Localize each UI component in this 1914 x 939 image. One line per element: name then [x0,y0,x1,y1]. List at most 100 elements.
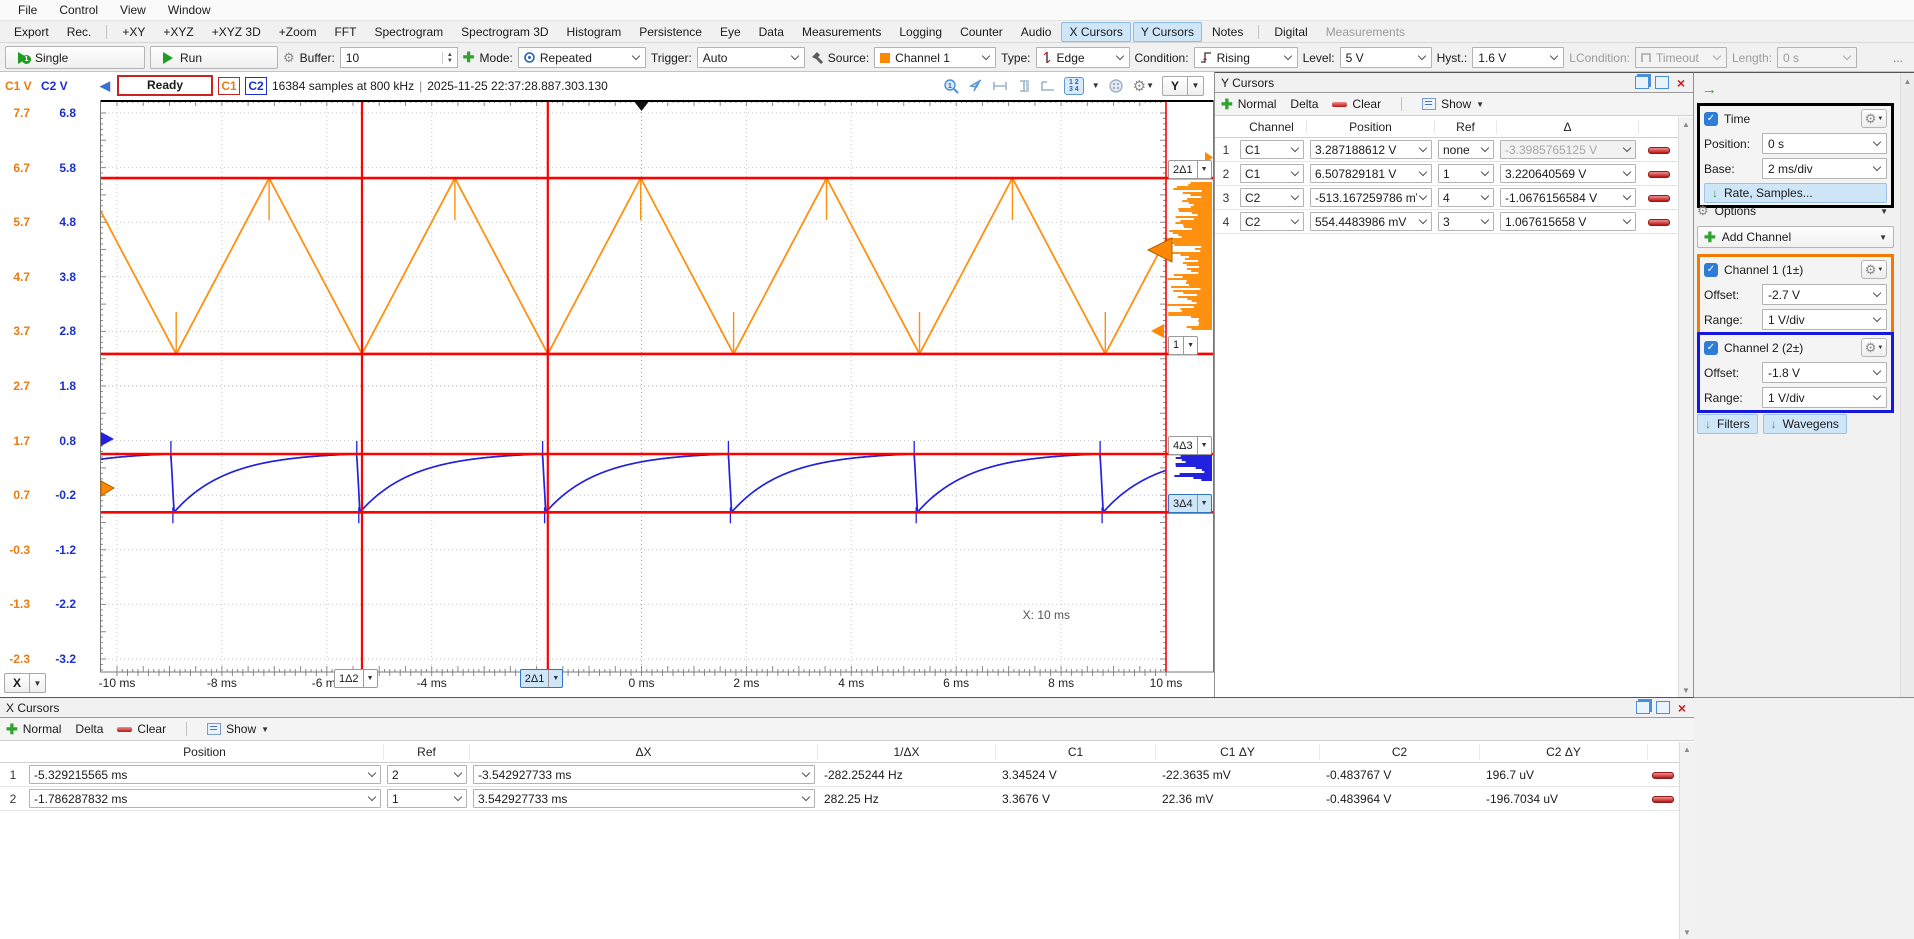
maximize-icon[interactable] [1655,76,1669,89]
show-menu-button[interactable]: Show▼ [207,722,269,736]
plot-settings-gear-icon[interactable]: ⚙▼ [1133,77,1154,95]
close-icon[interactable]: × [1675,77,1687,88]
x-cursor-marker-2-1[interactable]: 2Δ1▼ [520,669,564,688]
menu-view[interactable]: View [110,2,156,18]
scroll-down-icon[interactable]: ▼ [1683,925,1691,939]
channel2-checkbox[interactable]: ✓ [1704,341,1718,355]
channel1-gear-button[interactable]: ⚙▼ [1861,260,1887,279]
restore-icon[interactable] [1635,76,1649,89]
add-normal-cursor-button[interactable]: ✚Normal [1221,96,1276,113]
y-ref-select[interactable]: 4 [1438,188,1494,207]
tab-data[interactable]: Data [751,22,792,42]
scope-plot[interactable] [100,100,1214,678]
trigger-select[interactable]: Auto [697,47,805,68]
tab-histogram[interactable]: Histogram [559,22,630,42]
x-position-field[interactable]: -5.329215565 ms [29,765,381,784]
x-cursors-scrollbar[interactable]: ▲ ▼ [1679,742,1694,939]
tab-eye[interactable]: Eye [712,22,749,42]
y-cursors-scrollbar[interactable]: ▲ ▼ [1678,117,1693,697]
corner-measure-icon[interactable] [1039,79,1056,93]
x-cursors-titlebar[interactable]: X Cursors × [0,698,1694,718]
scroll-up-icon[interactable]: ▲ [1682,117,1690,132]
x-delta-field[interactable]: -3.542927733 ms [473,765,815,784]
run-button[interactable]: Run [150,46,278,69]
spinner-arrows-icon[interactable]: ▲▼ [442,52,457,64]
y-cursors-titlebar[interactable]: Y Cursors × [1215,73,1693,93]
x-ref-select[interactable]: 1 [387,789,467,808]
scroll-up-icon[interactable]: ▲ [1904,74,1912,89]
tab-notes[interactable]: Notes [1204,22,1251,42]
back-chevron-icon[interactable]: ◀ [98,78,112,94]
tab-xy[interactable]: +XY [114,22,153,42]
tab-export[interactable]: Export [6,22,57,42]
vertical-measure-icon[interactable] [1017,78,1031,94]
y-ref-select[interactable]: none [1438,140,1494,159]
zoom-options-icon[interactable] [1108,78,1125,94]
restore-icon[interactable] [1636,701,1650,714]
quad-view-button[interactable]: 1 23 4 [1064,77,1084,95]
tab-rec[interactable]: Rec. [59,22,100,42]
trigger-hammer-icon[interactable] [810,51,823,65]
y-position-field[interactable]: 3.287188612 V [1310,140,1432,159]
channel1-checkbox[interactable]: ✓ [1704,263,1718,277]
y-delta-field[interactable]: 3.220640569 V [1500,164,1636,183]
menu-control[interactable]: Control [49,2,108,18]
tab-xyz[interactable]: +XYZ [155,22,201,42]
lcondition-select[interactable]: Timeout [1635,47,1727,68]
close-icon[interactable]: × [1676,702,1688,713]
y-ref-select[interactable]: 3 [1438,212,1494,231]
sidebar-scrollbar[interactable]: ▲ [1900,73,1914,698]
channel2-range-select[interactable]: 1 V/div [1762,387,1887,408]
y-delta-field[interactable]: -3.3985765125 V [1500,140,1636,159]
type-select[interactable]: Edge [1036,47,1130,68]
clear-cursors-button[interactable]: Clear [1332,97,1381,111]
x-axis-mode-button[interactable]: X▼ [4,673,46,693]
menu-file[interactable]: File [8,2,47,18]
tab-spectrogram[interactable]: Spectrogram [366,22,451,42]
view-dropdown-icon[interactable]: ▼ [1092,81,1100,90]
time-position-select[interactable]: 0 s [1762,133,1887,154]
maximize-icon[interactable] [1656,701,1670,714]
y-channel-select[interactable]: C2 [1240,212,1304,231]
c1-badge[interactable]: C1 [218,77,240,95]
channel1-offset-select[interactable]: -2.7 V [1762,284,1887,305]
hysteresis-select[interactable]: 1.6 V [1472,47,1564,68]
scroll-up-icon[interactable]: ▲ [1683,742,1691,757]
add-channel-button[interactable]: ✚ Add Channel ▼ [1697,226,1894,248]
add-normal-cursor-button[interactable]: ✚Normal [6,721,61,738]
y-cursor-marker-3-4[interactable]: 3Δ4▼ [1168,494,1212,513]
level-select[interactable]: 5 V [1340,47,1432,68]
y-delta-field[interactable]: -1.0676156584 V [1500,188,1636,207]
x-ref-select[interactable]: 2 [387,765,467,784]
scroll-down-icon[interactable]: ▼ [1682,683,1690,697]
remove-cursor-button[interactable] [1652,796,1674,803]
remove-cursor-button[interactable] [1652,772,1674,779]
toolbar-overflow-button[interactable]: ... [1893,51,1909,65]
y-cursor-marker-4-3[interactable]: 4Δ3▼ [1168,436,1212,455]
tab-fft[interactable]: FFT [326,22,364,42]
buffer-spinner[interactable]: 10 ▲▼ [340,47,458,68]
channel2-offset-select[interactable]: -1.8 V [1762,362,1887,383]
collapse-arrow-icon[interactable]: → [1702,81,1717,98]
time-base-select[interactable]: 2 ms/div [1762,158,1887,179]
tab-logging[interactable]: Logging [891,22,950,42]
length-select[interactable]: 0 s [1777,47,1857,68]
y-cursor-marker-2-1[interactable]: 2Δ1▼ [1168,160,1212,179]
time-gear-button[interactable]: ⚙▼ [1861,109,1887,128]
y-delta-field[interactable]: 1.067615658 V [1500,212,1636,231]
mode-select[interactable]: Repeated [518,47,646,68]
tab-spectrogram-3d[interactable]: Spectrogram 3D [453,22,556,42]
y-channel-select[interactable]: C1 [1240,164,1304,183]
tab-counter[interactable]: Counter [952,22,1011,42]
y-channel-select[interactable]: C2 [1240,188,1304,207]
condition-select[interactable]: Rising [1194,47,1298,68]
wavegens-button[interactable]: ↓Wavegens [1763,414,1847,434]
channel2-gear-button[interactable]: ⚙▼ [1861,338,1887,357]
source-select[interactable]: Channel 1 [874,47,996,68]
x-delta-field[interactable]: 3.542927733 ms [473,789,815,808]
rate-samples-button[interactable]: ↓Rate, Samples... [1704,183,1887,203]
x-position-field[interactable]: -1.786287832 ms [29,789,381,808]
time-checkbox[interactable]: ✓ [1704,112,1718,126]
channel1-range-select[interactable]: 1 V/div [1762,309,1887,330]
tab-x-cursors[interactable]: X Cursors [1061,22,1130,42]
